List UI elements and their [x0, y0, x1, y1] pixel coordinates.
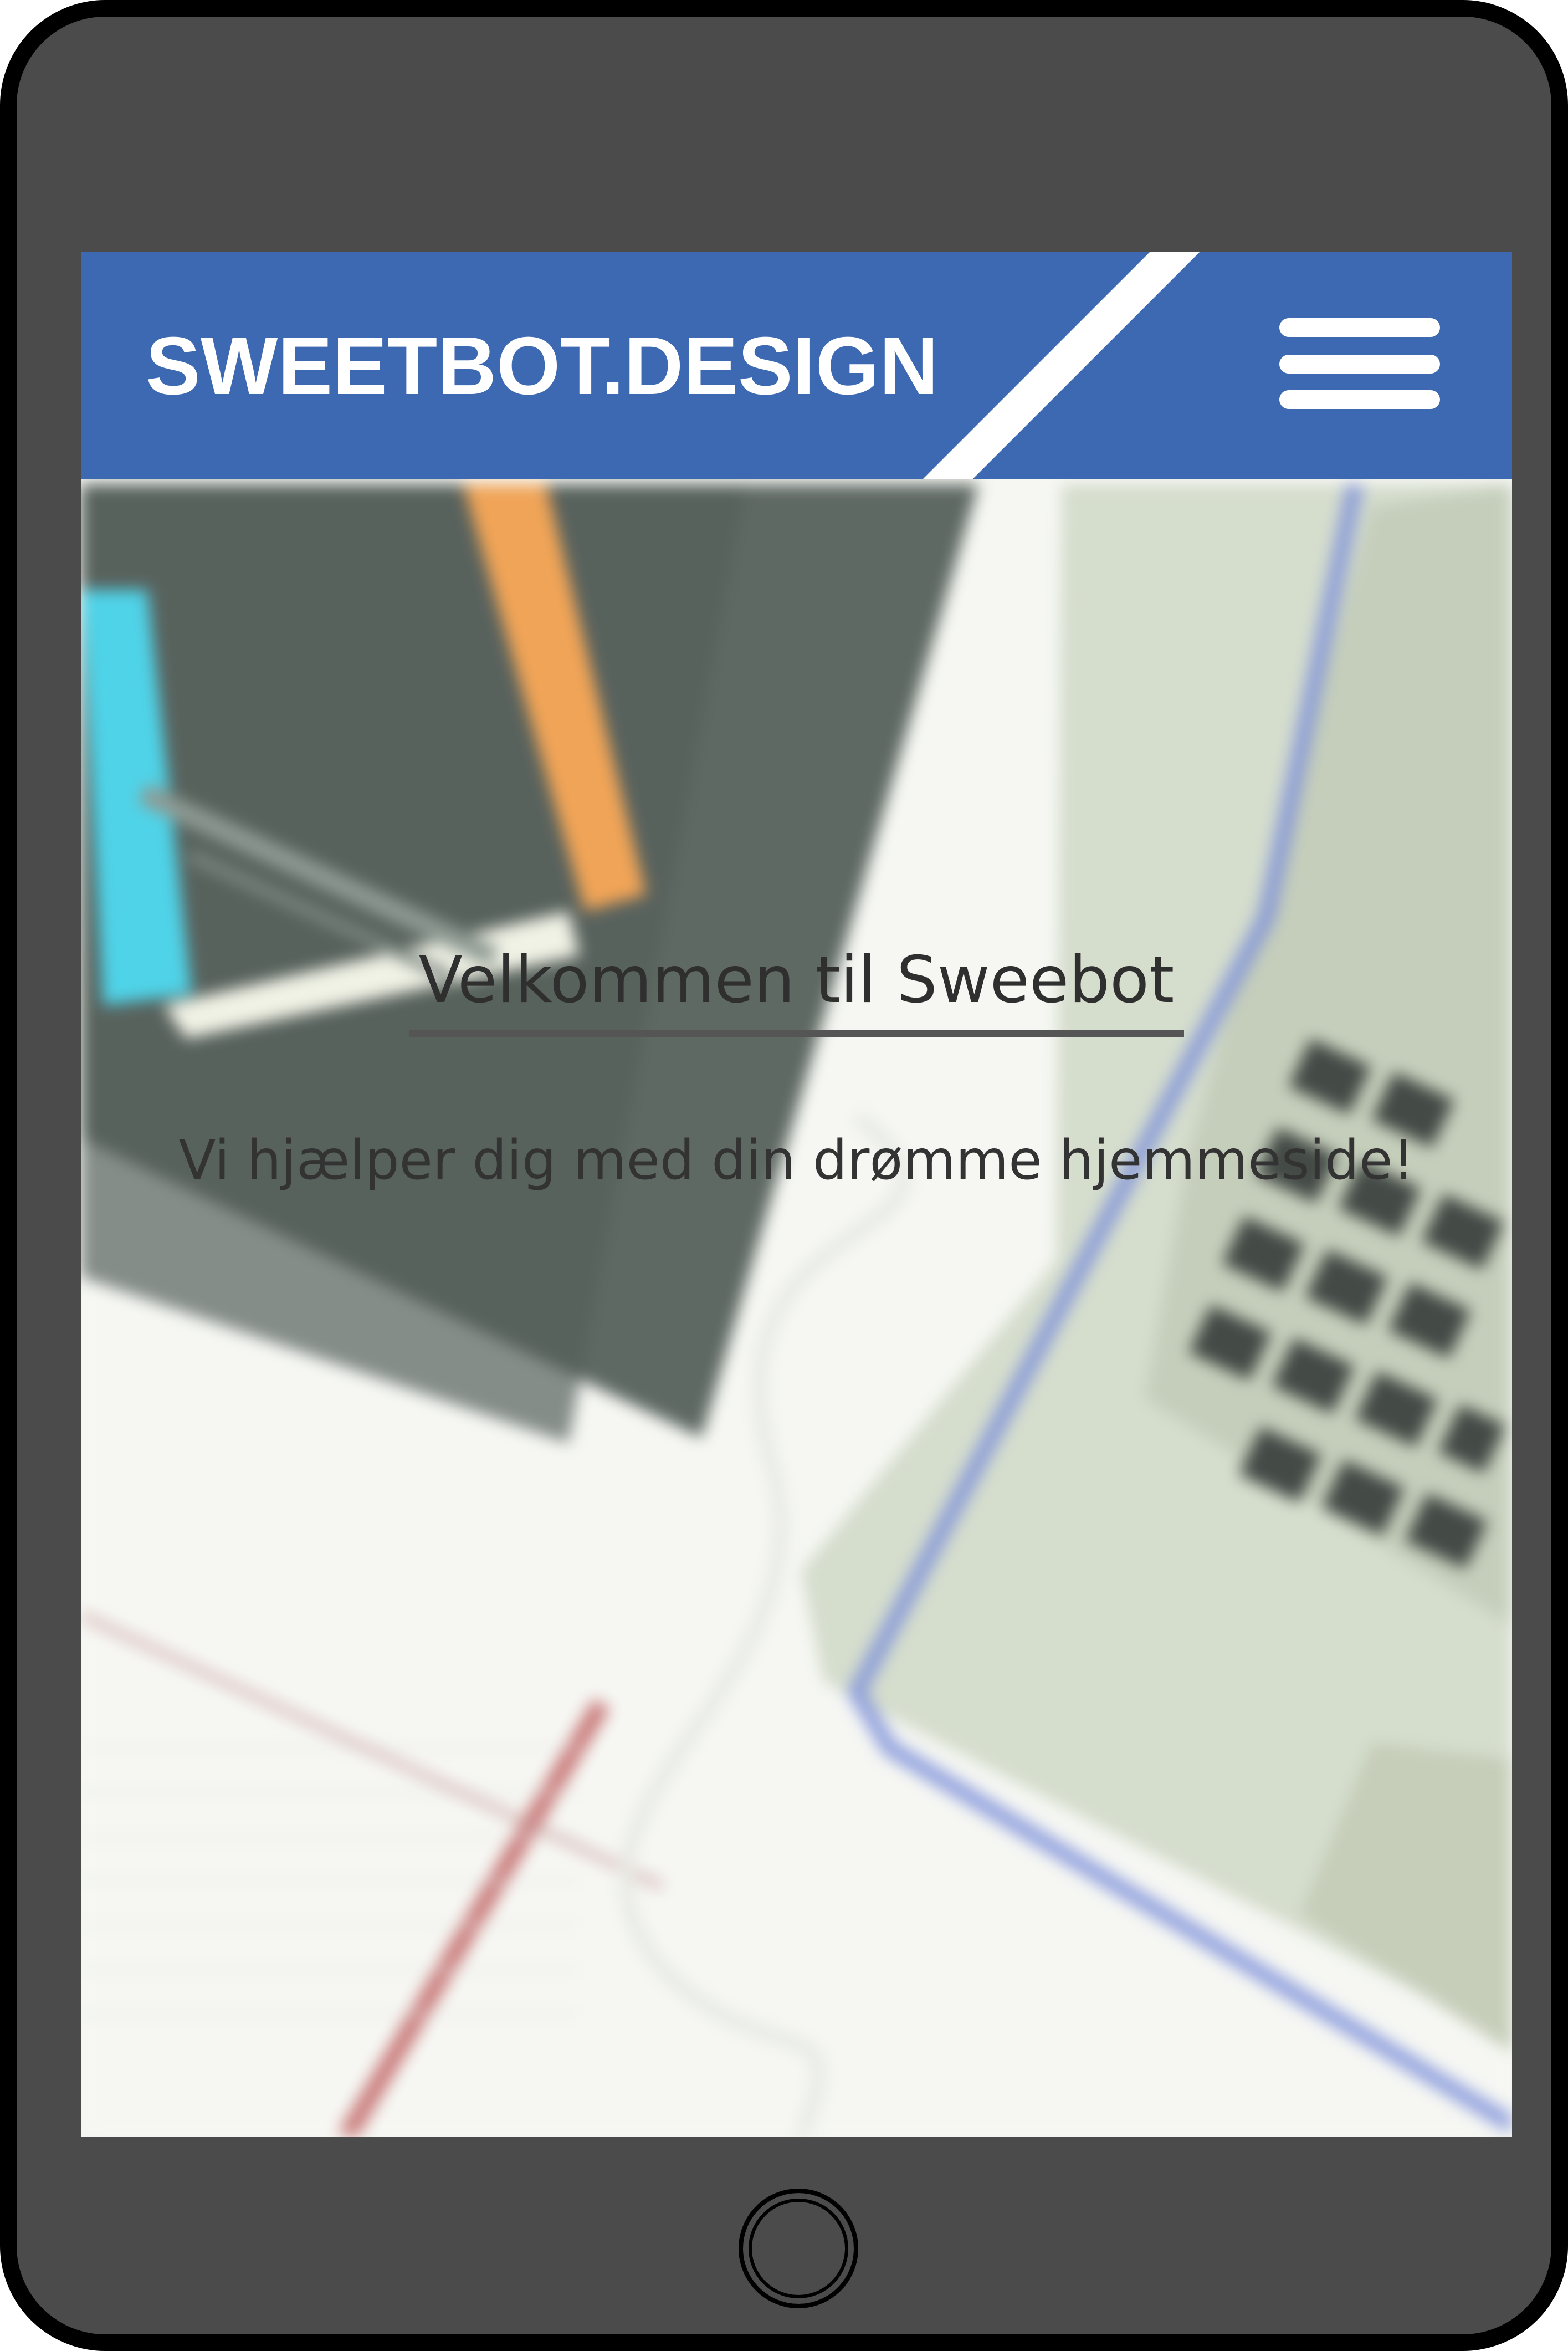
tablet-device-frame: SWEETBOT.DESIGN Velkommen til Sweebot Vi…: [0, 0, 1568, 2351]
home-button-icon[interactable]: [739, 2189, 858, 2308]
hero-title: Velkommen til Sweebot: [81, 933, 1512, 1037]
brand-logo-text[interactable]: SWEETBOT.DESIGN: [146, 319, 939, 413]
menu-bar-middle: [1279, 355, 1440, 374]
hamburger-menu-icon[interactable]: [1279, 318, 1446, 418]
menu-bar-bottom: [1279, 390, 1440, 409]
screen: SWEETBOT.DESIGN Velkommen til Sweebot Vi…: [81, 252, 1512, 2137]
menu-bar-top: [1279, 318, 1440, 337]
hero-subtitle: Vi hjælper dig med din drømme hjemmeside…: [178, 1129, 1415, 1192]
hero-title-text: Velkommen til Sweebot: [408, 933, 1185, 1037]
top-navbar: SWEETBOT.DESIGN: [81, 252, 1512, 479]
